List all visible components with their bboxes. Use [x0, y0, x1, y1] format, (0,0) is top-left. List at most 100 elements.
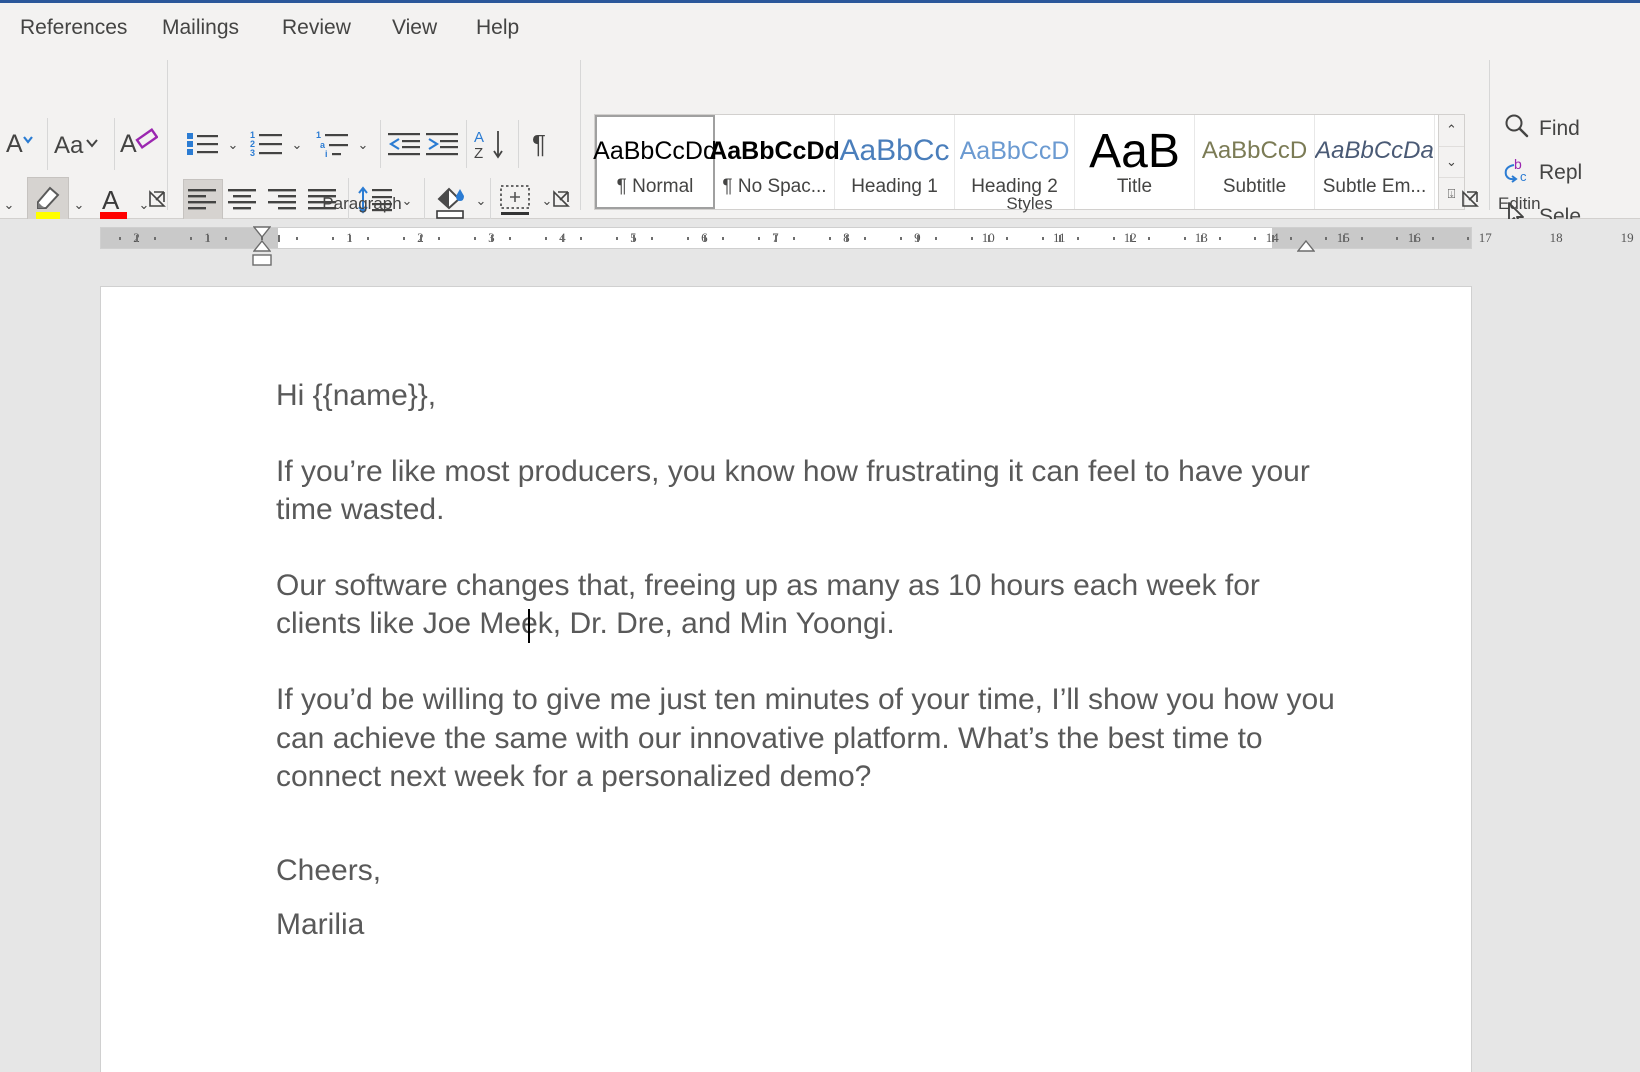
divider: [518, 120, 519, 168]
ribbon-tab-references[interactable]: References: [10, 3, 137, 52]
style-preview: AaBbCcDa: [1315, 137, 1434, 164]
ribbon-tab-view[interactable]: View: [382, 3, 447, 52]
ruler-minor-tick: [580, 237, 583, 240]
editing-group-label: Editin: [1498, 194, 1541, 213]
left-indent-marker[interactable]: [252, 253, 272, 271]
ruler-minor-tick: [118, 237, 121, 240]
document-paragraph-para-1[interactable]: If you’re like most producers, you know …: [276, 453, 1336, 529]
style-preview: AaBbCcDd: [709, 136, 840, 165]
svg-text:A: A: [474, 129, 484, 146]
bullets-icon[interactable]: [184, 124, 222, 164]
styles-group-label: Styles: [1006, 194, 1053, 213]
ruler-minor-tick: [1201, 235, 1203, 242]
ruler-minor-tick: [899, 237, 902, 240]
svg-text:1: 1: [316, 130, 321, 140]
highlight-color-chevron[interactable]: ⌄: [70, 190, 88, 220]
document-paragraph-greeting[interactable]: Hi {{name}},: [276, 377, 1336, 415]
svg-text:Aa: Aa: [54, 132, 84, 158]
ruler-minor-tick: [509, 237, 512, 240]
document-paragraph-para-2[interactable]: Our software changes that, freeing up as…: [276, 567, 1336, 643]
find-button[interactable]: Find: [1498, 110, 1584, 148]
ruler-minor-tick: [722, 237, 725, 240]
document-paragraph-blank[interactable]: [276, 834, 1336, 852]
ruler-minor-tick: [1148, 237, 1151, 240]
font-size-icon[interactable]: Aa: [52, 122, 104, 166]
ruler-minor-tick: [544, 237, 547, 240]
ruler-minor-tick: [154, 237, 157, 240]
multilevel-list-icon[interactable]: 1 a i: [314, 124, 352, 164]
bullets-chevron[interactable]: ⌄: [224, 130, 242, 160]
style-preview: AaBbCc: [839, 134, 950, 167]
ruler-minor-tick: [225, 237, 228, 240]
ruler-minor-tick: [473, 237, 476, 240]
replace-button[interactable]: b c Repl: [1498, 154, 1586, 192]
horizontal-ruler[interactable]: 2112345678910111213141516171819: [100, 227, 1634, 249]
ruler-minor-tick: [1006, 237, 1009, 240]
document-paragraph-signoff[interactable]: Cheers,: [276, 852, 1336, 890]
ruler-minor-tick: [935, 237, 938, 240]
ribbon-tab-bar: References Mailings Review View Help: [0, 3, 1640, 52]
ribbon-tab-review[interactable]: Review: [272, 3, 361, 52]
ruler-minor-tick: [1183, 237, 1186, 240]
svg-text:i: i: [325, 149, 328, 158]
document-text-area[interactable]: Hi {{name}}, If you’re like most producer…: [276, 377, 1336, 982]
ruler-minor-tick: [207, 235, 209, 242]
search-icon: [1502, 112, 1530, 146]
right-indent-marker[interactable]: [1296, 239, 1316, 257]
ruler-minor-tick: [367, 237, 370, 240]
document-page[interactable]: Hi {{name}}, If you’re like most producer…: [100, 286, 1472, 1072]
find-label: Find: [1539, 117, 1580, 140]
ruler-minor-tick: [615, 237, 618, 240]
divider: [580, 60, 581, 210]
ruler-minor-tick: [420, 235, 422, 242]
styles-dialog-launcher[interactable]: [1461, 190, 1481, 210]
change-case-icon[interactable]: A: [2, 122, 38, 166]
svg-text:¶: ¶: [532, 129, 546, 159]
ruler-minor-tick: [189, 237, 192, 240]
ruler-minor-tick: [562, 235, 564, 242]
ruler-minor-tick: [331, 237, 334, 240]
ruler-minor-tick: [1041, 237, 1044, 240]
numbering-icon[interactable]: 1 2 3: [248, 124, 286, 164]
multilevel-list-chevron[interactable]: ⌄: [354, 130, 372, 160]
show-formatting-marks-icon[interactable]: ¶: [526, 122, 560, 166]
ribbon-tab-help[interactable]: Help: [466, 3, 529, 52]
ruler-minor-tick: [704, 235, 706, 242]
paragraph-dialog-launcher[interactable]: [552, 190, 572, 210]
ruler-tick-label: 19: [1620, 230, 1634, 245]
ruler-minor-tick: [1289, 237, 1292, 240]
divider: [167, 60, 168, 210]
sort-icon[interactable]: A Z: [472, 122, 512, 166]
ruler-minor-tick: [864, 237, 867, 240]
replace-icon: b c: [1502, 156, 1530, 190]
divider: [466, 120, 467, 168]
ruler-minor-tick: [846, 235, 848, 242]
numbering-chevron[interactable]: ⌄: [288, 130, 306, 160]
clear-formatting-icon[interactable]: A: [118, 122, 160, 166]
svg-text:3: 3: [250, 148, 255, 158]
document-paragraph-signature[interactable]: Marilia: [276, 906, 1336, 944]
ruler-minor-tick: [136, 235, 138, 242]
decrease-indent-icon[interactable]: [386, 124, 422, 164]
ribbon-tab-mailings[interactable]: Mailings: [152, 3, 249, 52]
divider: [380, 120, 381, 168]
ruler-minor-tick: [633, 235, 635, 242]
ruler-minor-tick: [1467, 237, 1470, 240]
ruler-tick-label: 17: [1478, 230, 1492, 245]
ruler-minor-tick: [1431, 237, 1434, 240]
ruler-minor-tick: [775, 235, 777, 242]
ruler-minor-tick: [1325, 237, 1328, 240]
style-preview: AaBbCcD: [959, 136, 1070, 165]
styles-scroll-up-icon[interactable]: ⌃: [1439, 115, 1464, 147]
ruler-area: 2112345678910111213141516171819: [0, 219, 1640, 266]
ruler-minor-tick: [1343, 235, 1345, 242]
document-paragraph-para-3[interactable]: If you’d be willing to give me just ten …: [276, 681, 1336, 795]
font-dialog-launcher[interactable]: [148, 190, 168, 210]
font-more-chevron[interactable]: ⌄: [0, 190, 18, 220]
styles-scroll-down-icon[interactable]: ⌄: [1439, 147, 1464, 179]
replace-label: Repl: [1539, 161, 1583, 184]
increase-indent-icon[interactable]: [424, 124, 460, 164]
ruler-minor-tick: [686, 237, 689, 240]
ruler-minor-tick: [402, 237, 405, 240]
ruler-minor-tick: [793, 237, 796, 240]
